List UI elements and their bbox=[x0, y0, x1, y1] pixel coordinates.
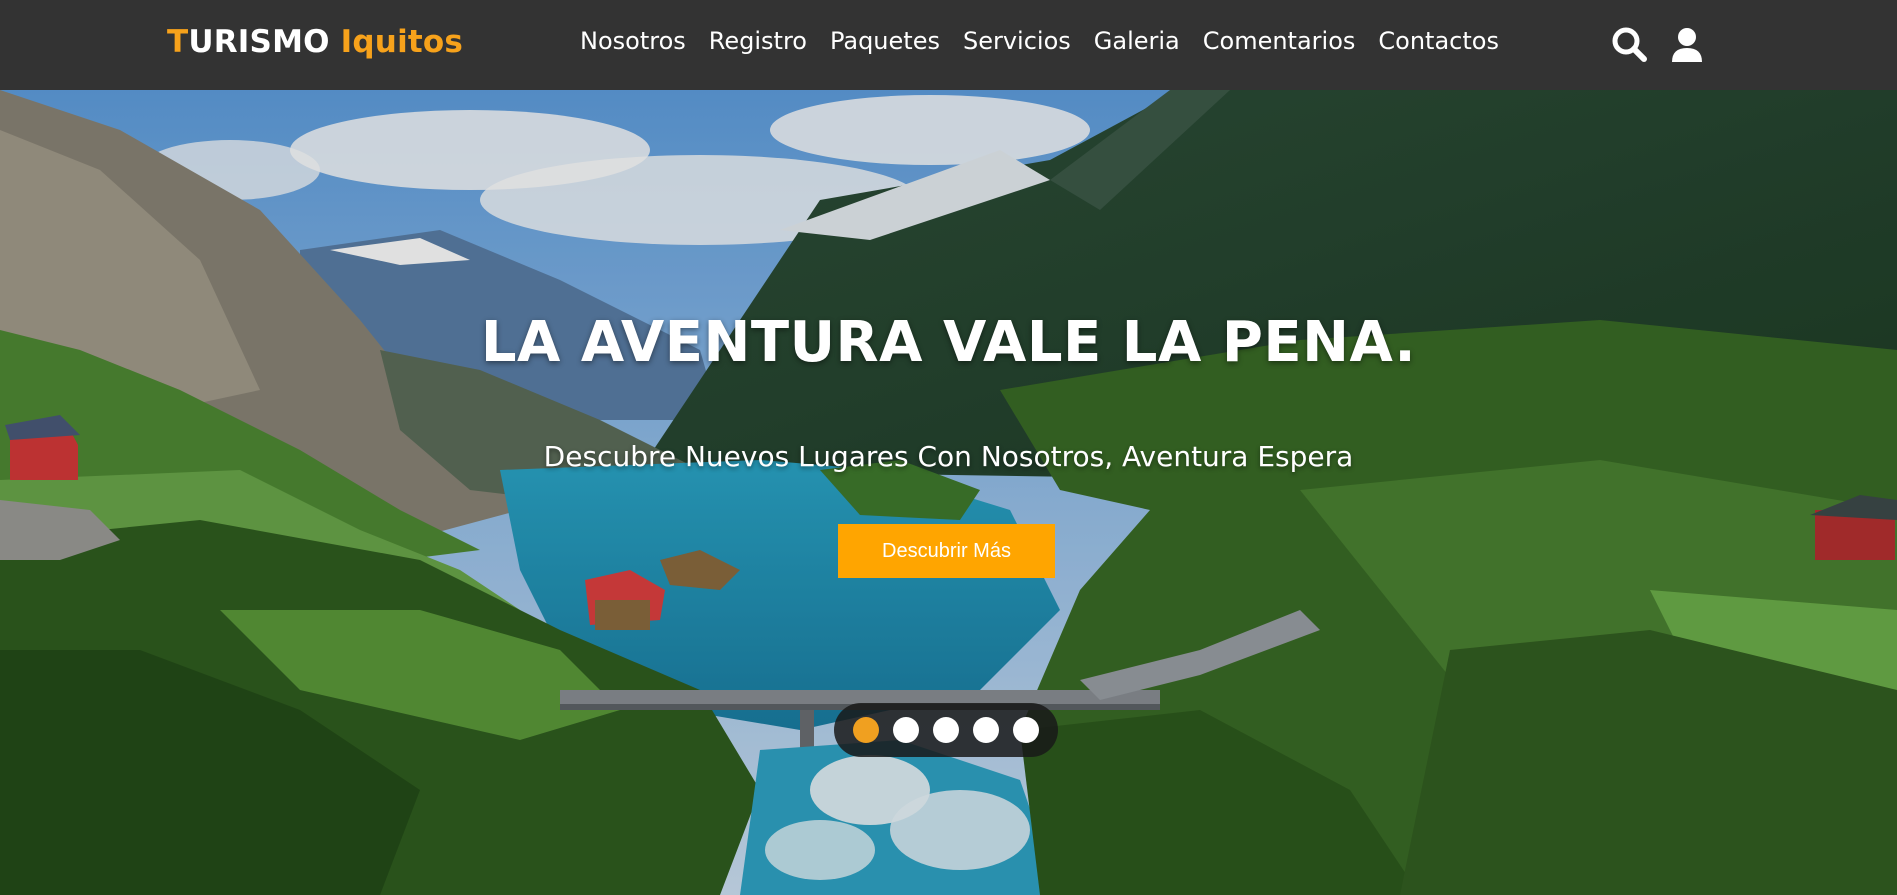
nav-link-nosotros[interactable]: Nosotros bbox=[580, 27, 686, 55]
brand-name: URISMO bbox=[188, 24, 330, 60]
brand-highlight: Iquitos bbox=[340, 24, 464, 60]
hero-title: LA AVENTURA VALE LA PENA. bbox=[480, 309, 1417, 375]
hero-subtitle: Descubre Nuevos Lugares Con Nosotros, Av… bbox=[543, 440, 1354, 473]
user-icon[interactable] bbox=[1667, 25, 1707, 65]
search-icon[interactable] bbox=[1610, 25, 1650, 65]
navbar: TURISMO Iquitos Nosotros Registro Paquet… bbox=[0, 0, 1897, 90]
slider-dot-4[interactable] bbox=[973, 717, 999, 743]
discover-more-button[interactable]: Descubrir Más bbox=[838, 524, 1055, 578]
nav-link-registro[interactable]: Registro bbox=[709, 27, 807, 55]
hero-background-image bbox=[0, 90, 1897, 895]
hero-section: LA AVENTURA VALE LA PENA. Descubre Nuevo… bbox=[0, 90, 1897, 895]
brand-first-letter: T bbox=[167, 24, 189, 60]
slider-dot-2[interactable] bbox=[893, 717, 919, 743]
slider-dot-3[interactable] bbox=[933, 717, 959, 743]
slider-pagination bbox=[834, 703, 1058, 757]
nav-link-paquetes[interactable]: Paquetes bbox=[830, 27, 940, 55]
nav-link-contactos[interactable]: Contactos bbox=[1378, 27, 1499, 55]
main-nav: Nosotros Registro Paquetes Servicios Gal… bbox=[580, 27, 1499, 55]
nav-link-comentarios[interactable]: Comentarios bbox=[1203, 27, 1356, 55]
slider-dot-1[interactable] bbox=[853, 717, 879, 743]
brand-logo[interactable]: TURISMO Iquitos bbox=[167, 24, 463, 60]
slider-dot-5[interactable] bbox=[1013, 717, 1039, 743]
nav-link-galeria[interactable]: Galeria bbox=[1094, 27, 1180, 55]
nav-link-servicios[interactable]: Servicios bbox=[963, 27, 1071, 55]
